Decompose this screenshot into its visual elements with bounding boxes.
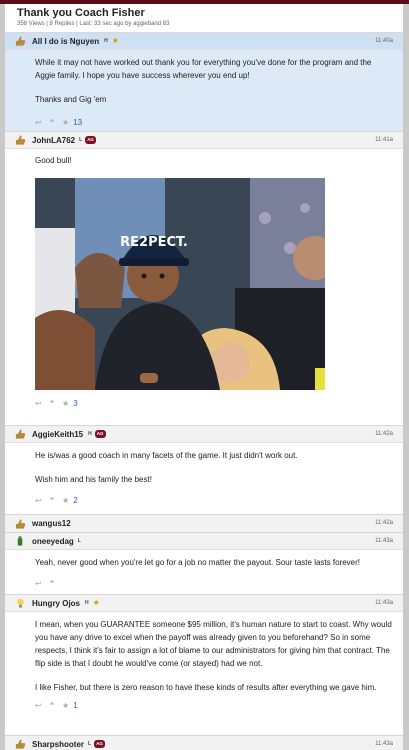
username[interactable]: Hungry Ojos [32,599,80,608]
post-time: 11:42a [375,520,393,526]
post: Sharpshooter L AG 11:43a [5,736,403,750]
badge-l: L [79,137,83,143]
thumbs-up-avatar-icon [15,135,26,145]
username[interactable]: All I do is Nguyen [32,37,99,46]
thumbs-up-avatar-icon [15,429,26,439]
thread-title: Thank you Coach Fisher [17,7,145,19]
post-actions: ↩ ❝ ★ 3 [5,395,403,411]
post-paragraph: He is/was a good coach in many facets of… [35,451,298,460]
post-time: 11:42a [375,431,393,437]
quote-icon[interactable]: ❝ [50,399,54,408]
star-icon[interactable]: ★ [62,399,69,408]
post-header: Sharpshooter L AG 11:43a [5,736,403,750]
star-icon[interactable]: ★ [62,496,69,505]
star-icon[interactable]: ★ [62,701,69,710]
badge-ag: AG [94,740,105,748]
badge-h: H [104,38,108,44]
post-paragraph: Yeah, never good when you're let go for … [35,558,360,567]
thumbs-up-avatar-icon [15,36,26,46]
post-paragraph: While it may not have worked out thank y… [35,58,372,80]
post-header: JohnLA762 L AG 11:41a [5,132,403,149]
lightbulb-avatar-icon [17,598,24,608]
post: Hungry Ojos H ★ 11:43a I mean, when you … [5,595,403,736]
crowd-photo-image: RE2PECT. [35,178,325,390]
post-body: He is/was a good coach in many facets of… [5,443,403,486]
like-count[interactable]: 13 [73,118,82,127]
reply-icon[interactable]: ↩ [35,118,42,127]
badge-h: H [85,600,89,606]
reply-icon[interactable]: ↩ [35,496,42,505]
badge-h: H [88,431,92,437]
post-actions: ↩ ❝ ★ 1 [5,697,403,713]
badge-l: L [88,741,92,747]
post-body: While it may not have worked out thank y… [5,50,403,106]
post-time: 11:43a [375,538,393,544]
bottle-avatar-icon [17,536,23,546]
post: All I do is Nguyen H ★ 11:40a While it m… [5,33,403,132]
badge-ag: AG [94,430,106,438]
like-count[interactable]: 2 [73,496,77,505]
post-header: Hungry Ojos H ★ 11:43a [5,595,403,612]
post-paragraph: I mean, when you GUARANTEE someone $95 m… [35,620,392,668]
reply-icon[interactable]: ↩ [35,399,42,408]
post: AggieKeith15 H AG 11:42a He is/was a goo… [5,426,403,515]
star-badge-icon: ★ [92,598,100,607]
thumbs-up-avatar-icon [15,518,26,529]
thread-meta: 358 Views | 8 Replies | Last: 33 sec ago… [17,21,170,27]
post-actions: ↩ ❝ ★ 2 [5,492,403,508]
username[interactable]: Sharpshooter [32,740,84,749]
quote-icon[interactable]: ❝ [50,496,54,505]
post-header: oneeyedag L 11:43a [5,533,403,550]
quote-icon[interactable]: ❝ [50,701,54,710]
badge-l: L [77,538,81,544]
post-time: 11:43a [375,741,393,747]
post-time: 11:40a [375,38,393,44]
username[interactable]: AggieKeith15 [32,430,83,439]
post-header: All I do is Nguyen H ★ 11:40a [5,33,403,50]
post-body: I mean, when you GUARANTEE someone $95 m… [5,612,403,694]
post-paragraph: Wish him and his family the best! [35,475,152,484]
post-actions: ↩ ❝ [5,575,403,591]
reply-icon[interactable]: ↩ [35,579,42,588]
like-count[interactable]: 3 [73,399,77,408]
post-image[interactable]: RE2PECT. [35,178,325,390]
post-time: 11:41a [375,137,393,143]
quote-icon[interactable]: ❝ [50,579,54,588]
username[interactable]: oneeyedag [32,537,74,546]
post: wangus12 11:42a [5,515,403,533]
thread-header: Thank you Coach Fisher 358 Views | 8 Rep… [5,4,403,33]
thread-view: Thank you Coach Fisher 358 Views | 8 Rep… [5,4,403,750]
like-count[interactable]: 1 [73,701,77,710]
post-body: Good bull! [5,149,403,167]
post-header: AggieKeith15 H AG 11:42a [5,426,403,443]
post-paragraph: I like Fisher, but there is zero reason … [35,683,377,692]
username[interactable]: wangus12 [32,519,71,528]
star-badge-icon: ★ [111,36,119,45]
post-paragraph: Good bull! [35,156,72,165]
post-actions: ↩ ❝ ★ 13 [5,114,403,130]
cap-text: RE2PECT. [120,235,188,250]
post: JohnLA762 L AG 11:41a Good bull! RE2PECT… [5,132,403,426]
thumbs-up-avatar-icon [15,739,26,749]
username[interactable]: JohnLA762 [32,136,75,145]
post-paragraph: Thanks and Gig 'em [35,95,107,104]
badge-ag: AG [85,136,96,144]
post: oneeyedag L 11:43a Yeah, never good when… [5,533,403,595]
reply-icon[interactable]: ↩ [35,701,42,710]
quote-icon[interactable]: ❝ [50,118,54,127]
post-body: Yeah, never good when you're let go for … [5,550,403,569]
post-time: 11:43a [375,600,393,606]
star-icon[interactable]: ★ [62,118,69,127]
post-header: wangus12 11:42a [5,515,403,532]
